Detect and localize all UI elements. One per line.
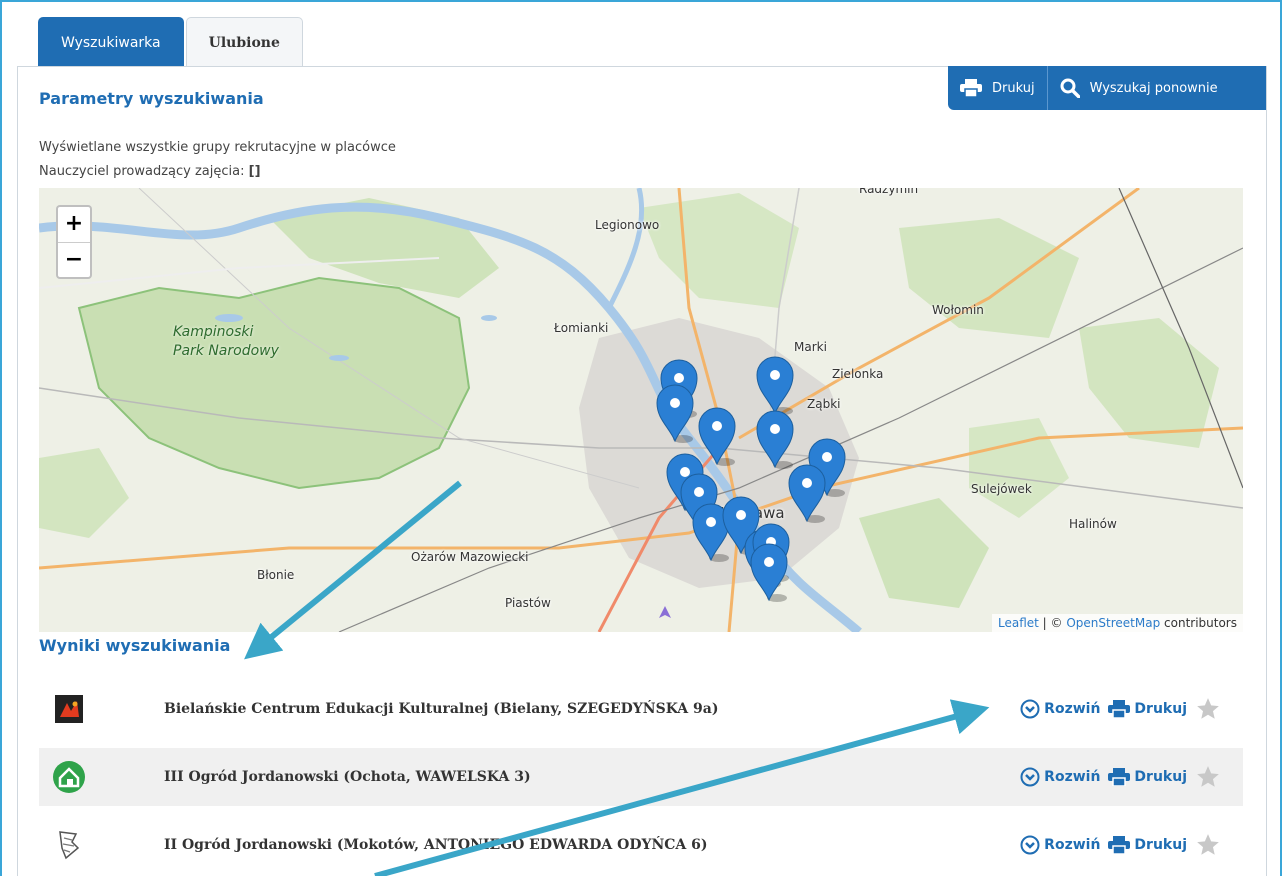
print-button[interactable]: Drukuj [948, 66, 1047, 110]
result-name[interactable]: Bielańskie Centrum Edukacji Kulturalnej … [164, 701, 1020, 717]
expand-icon[interactable] [1020, 767, 1040, 787]
printer-icon[interactable] [1108, 768, 1131, 786]
star-icon[interactable] [1195, 832, 1221, 858]
printer-icon[interactable] [1108, 836, 1131, 854]
map-marker-icon[interactable] [756, 356, 794, 415]
teacher-info: Nauczyciel prowadzący zajęcia: [] [39, 164, 261, 179]
results-title: Wyniki wyszukiwania [39, 636, 231, 655]
result-name[interactable]: III Ogród Jordanowski (Ochota, WAWELSKA … [164, 769, 1020, 785]
star-icon[interactable] [1195, 764, 1221, 790]
print-button[interactable]: Drukuj [1134, 769, 1187, 785]
print-label: Drukuj [992, 80, 1035, 96]
map-attribution: Leaflet | © OpenStreetMap contributors [992, 614, 1243, 632]
attribution-contributors: contributors [1160, 616, 1237, 630]
leaflet-link[interactable]: Leaflet [998, 616, 1039, 630]
map-marker-icon[interactable] [750, 543, 788, 602]
star-icon[interactable] [1195, 696, 1221, 722]
map[interactable]: + − Radzymin Legionowo Łomianki Marki Wo… [39, 188, 1243, 632]
osm-link[interactable]: OpenStreetMap [1066, 616, 1160, 630]
result-name[interactable]: II Ogród Jordanowski (Mokotów, ANTONIEGO… [164, 837, 1020, 853]
result-controls: Rozwiń Drukuj [1020, 764, 1221, 790]
expand-button[interactable]: Rozwiń [1044, 837, 1100, 853]
search-again-label: Wyszukaj ponownie [1089, 80, 1218, 96]
print-button[interactable]: Drukuj [1134, 701, 1187, 717]
params-title: Parametry wyszukiwania [39, 89, 264, 108]
expand-button[interactable]: Rozwiń [1044, 701, 1100, 717]
expand-button[interactable]: Rozwiń [1044, 769, 1100, 785]
bcek-logo-icon [49, 689, 89, 729]
print-button[interactable]: Drukuj [1134, 837, 1187, 853]
map-marker-icon[interactable] [788, 464, 826, 523]
search-icon [1060, 78, 1080, 98]
map-marker-icon[interactable] [698, 407, 736, 466]
tab-favorites[interactable]: Ulubione [185, 17, 303, 67]
tab-bar: Wyszukiwarka Ulubione [38, 17, 303, 67]
result-row: II Ogród Jordanowski (Mokotów, ANTONIEGO… [39, 816, 1243, 874]
attribution-sep: | © [1038, 616, 1067, 630]
tab-search[interactable]: Wyszukiwarka [38, 17, 184, 67]
expand-icon[interactable] [1020, 699, 1040, 719]
map-markers [656, 356, 846, 602]
map-marker-icon[interactable] [656, 384, 694, 443]
expand-icon[interactable] [1020, 835, 1040, 855]
map-marker-icon[interactable] [756, 410, 794, 469]
house-circle-icon [49, 757, 89, 797]
params-info: Wyświetlane wszystkie grupy rekrutacyjne… [39, 140, 396, 155]
sketch-logo-icon [49, 825, 89, 865]
result-controls: Rozwiń Drukuj [1020, 832, 1221, 858]
teacher-value: [] [248, 164, 261, 179]
result-row: Bielańskie Centrum Edukacji Kulturalnej … [39, 680, 1243, 738]
printer-icon [960, 79, 982, 97]
result-controls: Rozwiń Drukuj [1020, 696, 1221, 722]
teacher-label: Nauczyciel prowadzący zajęcia: [39, 164, 245, 179]
result-row: III Ogród Jordanowski (Ochota, WAWELSKA … [39, 748, 1243, 806]
printer-icon[interactable] [1108, 700, 1131, 718]
action-bar: Drukuj Wyszukaj ponownie [948, 66, 1266, 110]
search-again-button[interactable]: Wyszukaj ponownie [1046, 66, 1230, 110]
